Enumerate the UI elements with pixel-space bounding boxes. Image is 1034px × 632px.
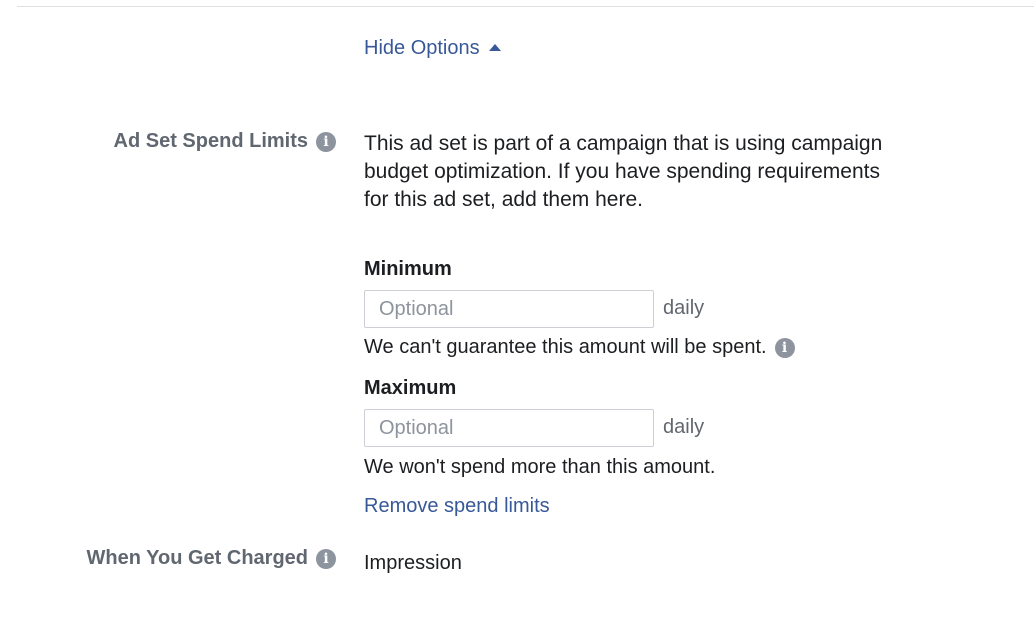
spend-limits-label-row: Ad Set Spend Limits i bbox=[114, 130, 336, 153]
info-icon[interactable]: i bbox=[316, 548, 336, 569]
info-icon[interactable]: i bbox=[316, 131, 336, 152]
minimum-helper-row: We can't guarantee this amount will be s… bbox=[364, 336, 795, 359]
minimum-unit: daily bbox=[663, 297, 705, 319]
caret-up-icon bbox=[488, 43, 501, 51]
charged-value: Impression bbox=[364, 552, 462, 574]
maximum-unit: daily bbox=[663, 416, 705, 438]
minimum-helper: We can't guarantee this amount will be s… bbox=[364, 336, 767, 358]
maximum-title: Maximum bbox=[364, 377, 457, 399]
remove-spend-limits-link[interactable]: Remove spend limits bbox=[364, 495, 550, 518]
maximum-helper-row: We won't spend more than this amount. bbox=[364, 456, 715, 479]
top-divider bbox=[17, 6, 1034, 7]
hide-options-label: Hide Options bbox=[364, 37, 480, 59]
spend-limits-label: Ad Set Spend Limits bbox=[113, 130, 308, 152]
minimum-input[interactable] bbox=[364, 290, 654, 328]
charged-label: When You Get Charged bbox=[86, 547, 309, 569]
spend-limits-description: This ad set is part of a campaign that i… bbox=[364, 132, 883, 211]
charged-label-row: When You Get Charged i bbox=[86, 547, 336, 570]
info-icon[interactable]: i bbox=[774, 337, 795, 358]
maximum-input[interactable] bbox=[364, 409, 654, 447]
minimum-title: Minimum bbox=[364, 258, 452, 280]
maximum-helper: We won't spend more than this amount. bbox=[364, 456, 716, 478]
hide-options-link[interactable]: Hide Options bbox=[364, 36, 501, 60]
